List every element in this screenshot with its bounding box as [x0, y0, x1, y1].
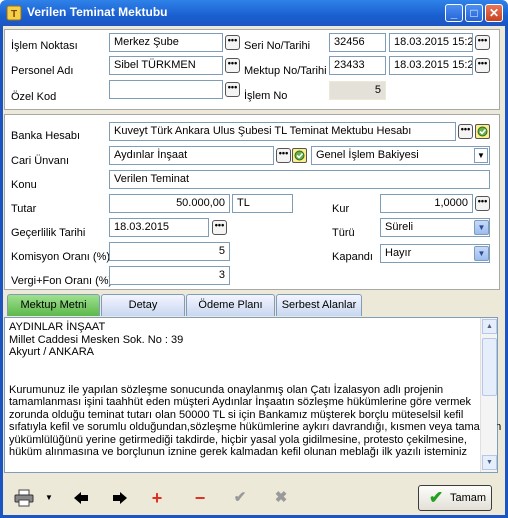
mektup-label: Mektup No/Tarihi	[244, 65, 327, 77]
seri-no-field[interactable]: 32456	[329, 33, 386, 52]
kapandi-dropdown-icon[interactable]: ▼	[474, 246, 489, 261]
window-title: Verilen Teminat Mektubu	[27, 5, 168, 19]
vergi-label: Vergi+Fon Oranı (%)	[11, 275, 113, 287]
memo-line: AYDINLAR İNŞAAT	[9, 321, 106, 333]
personel-lookup-button[interactable]: •••	[225, 58, 240, 73]
memo-scrollbar[interactable]: ▲ ▼	[480, 318, 497, 472]
tutar-label: Tutar	[11, 203, 37, 215]
bakiye-dropdown-icon[interactable]: ▼	[474, 148, 488, 163]
tab-detay[interactable]: Detay	[101, 294, 185, 316]
kur-lookup-button[interactable]: •••	[475, 196, 490, 211]
turu-label: Türü	[332, 227, 355, 239]
konu-field[interactable]: Verilen Teminat	[109, 170, 490, 189]
komisyon-field[interactable]: 5	[109, 242, 230, 261]
personel-label: Personel Adı	[11, 65, 74, 77]
minimize-button[interactable]: _	[445, 4, 463, 22]
memo-line	[9, 371, 479, 384]
cari-label: Cari Ünvanı	[11, 155, 70, 167]
islem-noktasi-field[interactable]: Merkez Şube	[109, 33, 223, 52]
ozel-kod-field[interactable]	[109, 80, 223, 99]
mektup-no-field[interactable]: 23433	[329, 56, 386, 75]
komisyon-label: Komisyon Oranı (%)	[11, 251, 111, 263]
mektup-tarih-button[interactable]: •••	[475, 58, 490, 73]
memo-line: tamamlanması işini taahhüt eden müşteri …	[9, 396, 472, 408]
memo-line: yükümlülüğünü yerine getirmediği takdird…	[9, 433, 467, 446]
ok-button[interactable]: ✔ Tamam	[418, 485, 492, 511]
previous-arrow-icon[interactable]	[70, 487, 92, 509]
app-icon: T	[6, 5, 22, 21]
kur-label: Kur	[332, 203, 350, 215]
check-icon: ✔	[429, 488, 444, 507]
memo-line: Millet Caddesi Mesken Sok. No : 39	[9, 333, 184, 346]
islem-no-field: 5	[329, 81, 386, 100]
memo-line: sıfatıyla kefil ve sorumlu olduğundan,sö…	[9, 421, 502, 433]
turu-dropdown-icon[interactable]: ▼	[474, 220, 489, 235]
memo-line: zorunda olduğu teminat tutarı olan 50000…	[9, 408, 464, 421]
gecerlilik-field[interactable]: 18.03.2015	[109, 218, 209, 237]
seri-tarih-field[interactable]: 18.03.2015 15:24	[389, 33, 473, 52]
currency-field[interactable]: TL	[232, 194, 293, 213]
remove-icon[interactable]: −	[189, 487, 211, 509]
scroll-thumb[interactable]	[482, 338, 497, 396]
svg-text:T: T	[11, 9, 17, 20]
tab-odeme-plani[interactable]: Ödeme Planı	[186, 294, 275, 316]
banka-wizard-icon[interactable]	[475, 124, 490, 139]
ozel-kod-lookup-button[interactable]: •••	[225, 82, 240, 97]
next-arrow-icon[interactable]	[109, 487, 131, 509]
print-dropdown-icon[interactable]: ▼	[45, 488, 53, 508]
tutar-field[interactable]: 50.000,00	[109, 194, 230, 213]
cari-field[interactable]: Aydınlar İnşaat	[109, 146, 274, 165]
close-button[interactable]: ✕	[485, 4, 503, 22]
maximize-button[interactable]: □	[465, 4, 483, 22]
tab-mektup-metni[interactable]: Mektup Metni	[7, 294, 100, 316]
gecerlilik-label: Geçerlilik Tarihi	[11, 227, 86, 239]
mektup-tarih-field[interactable]: 18.03.2015 15:20	[389, 56, 473, 75]
kur-field[interactable]: 1,0000	[380, 194, 473, 213]
islem-noktasi-label: İşlem Noktası	[11, 40, 78, 52]
vergi-field[interactable]: 3	[109, 266, 230, 285]
konu-label: Konu	[11, 179, 37, 191]
memo-line	[9, 359, 479, 372]
printer-icon[interactable]	[14, 489, 34, 507]
ozel-kod-label: Özel Kod	[11, 91, 57, 103]
mektup-metni-memo[interactable]: AYDINLAR İNŞAAT Millet Caddesi Mesken So…	[4, 317, 502, 473]
memo-line: Akyurt / ANKARA	[9, 346, 94, 358]
cari-wizard-icon[interactable]	[292, 148, 307, 163]
confirm-check-icon[interactable]: ✔	[229, 487, 251, 509]
gecerlilik-date-button[interactable]: •••	[212, 220, 227, 235]
ok-button-label: Tamam	[450, 492, 487, 504]
islem-noktasi-lookup-button[interactable]: •••	[225, 35, 240, 50]
scroll-up-icon[interactable]: ▲	[482, 319, 497, 334]
banka-label: Banka Hesabı	[11, 130, 81, 142]
cari-lookup-button[interactable]: •••	[276, 148, 291, 163]
scroll-down-icon[interactable]: ▼	[482, 455, 497, 470]
add-icon[interactable]: +	[146, 487, 168, 509]
banka-lookup-button[interactable]: •••	[458, 124, 473, 139]
islem-no-label: İşlem No	[244, 90, 288, 102]
seri-tarih-button[interactable]: •••	[475, 35, 490, 50]
tab-serbest-alanlar[interactable]: Serbest Alanlar	[276, 294, 362, 316]
seri-label: Seri No/Tarihi	[244, 40, 311, 52]
bakiye-select[interactable]: Genel İşlem Bakiyesi	[311, 146, 490, 165]
kapandi-label: Kapandı	[332, 251, 373, 263]
title-bar: T Verilen Teminat Mektubu _ □ ✕	[0, 0, 508, 26]
memo-line: Kurumunuz ile yapılan sözleşme sonucunda…	[9, 383, 444, 396]
memo-line: hüküm alınmasına ve borçlunun iznine ger…	[9, 446, 467, 458]
memo-text[interactable]: AYDINLAR İNŞAAT Millet Caddesi Mesken So…	[9, 321, 502, 459]
cancel-x-icon[interactable]: ✖	[270, 487, 292, 509]
banka-field[interactable]: Kuveyt Türk Ankara Ulus Şubesi TL Temina…	[109, 122, 456, 141]
personel-field[interactable]: Sibel TÜRKMEN	[109, 56, 223, 75]
